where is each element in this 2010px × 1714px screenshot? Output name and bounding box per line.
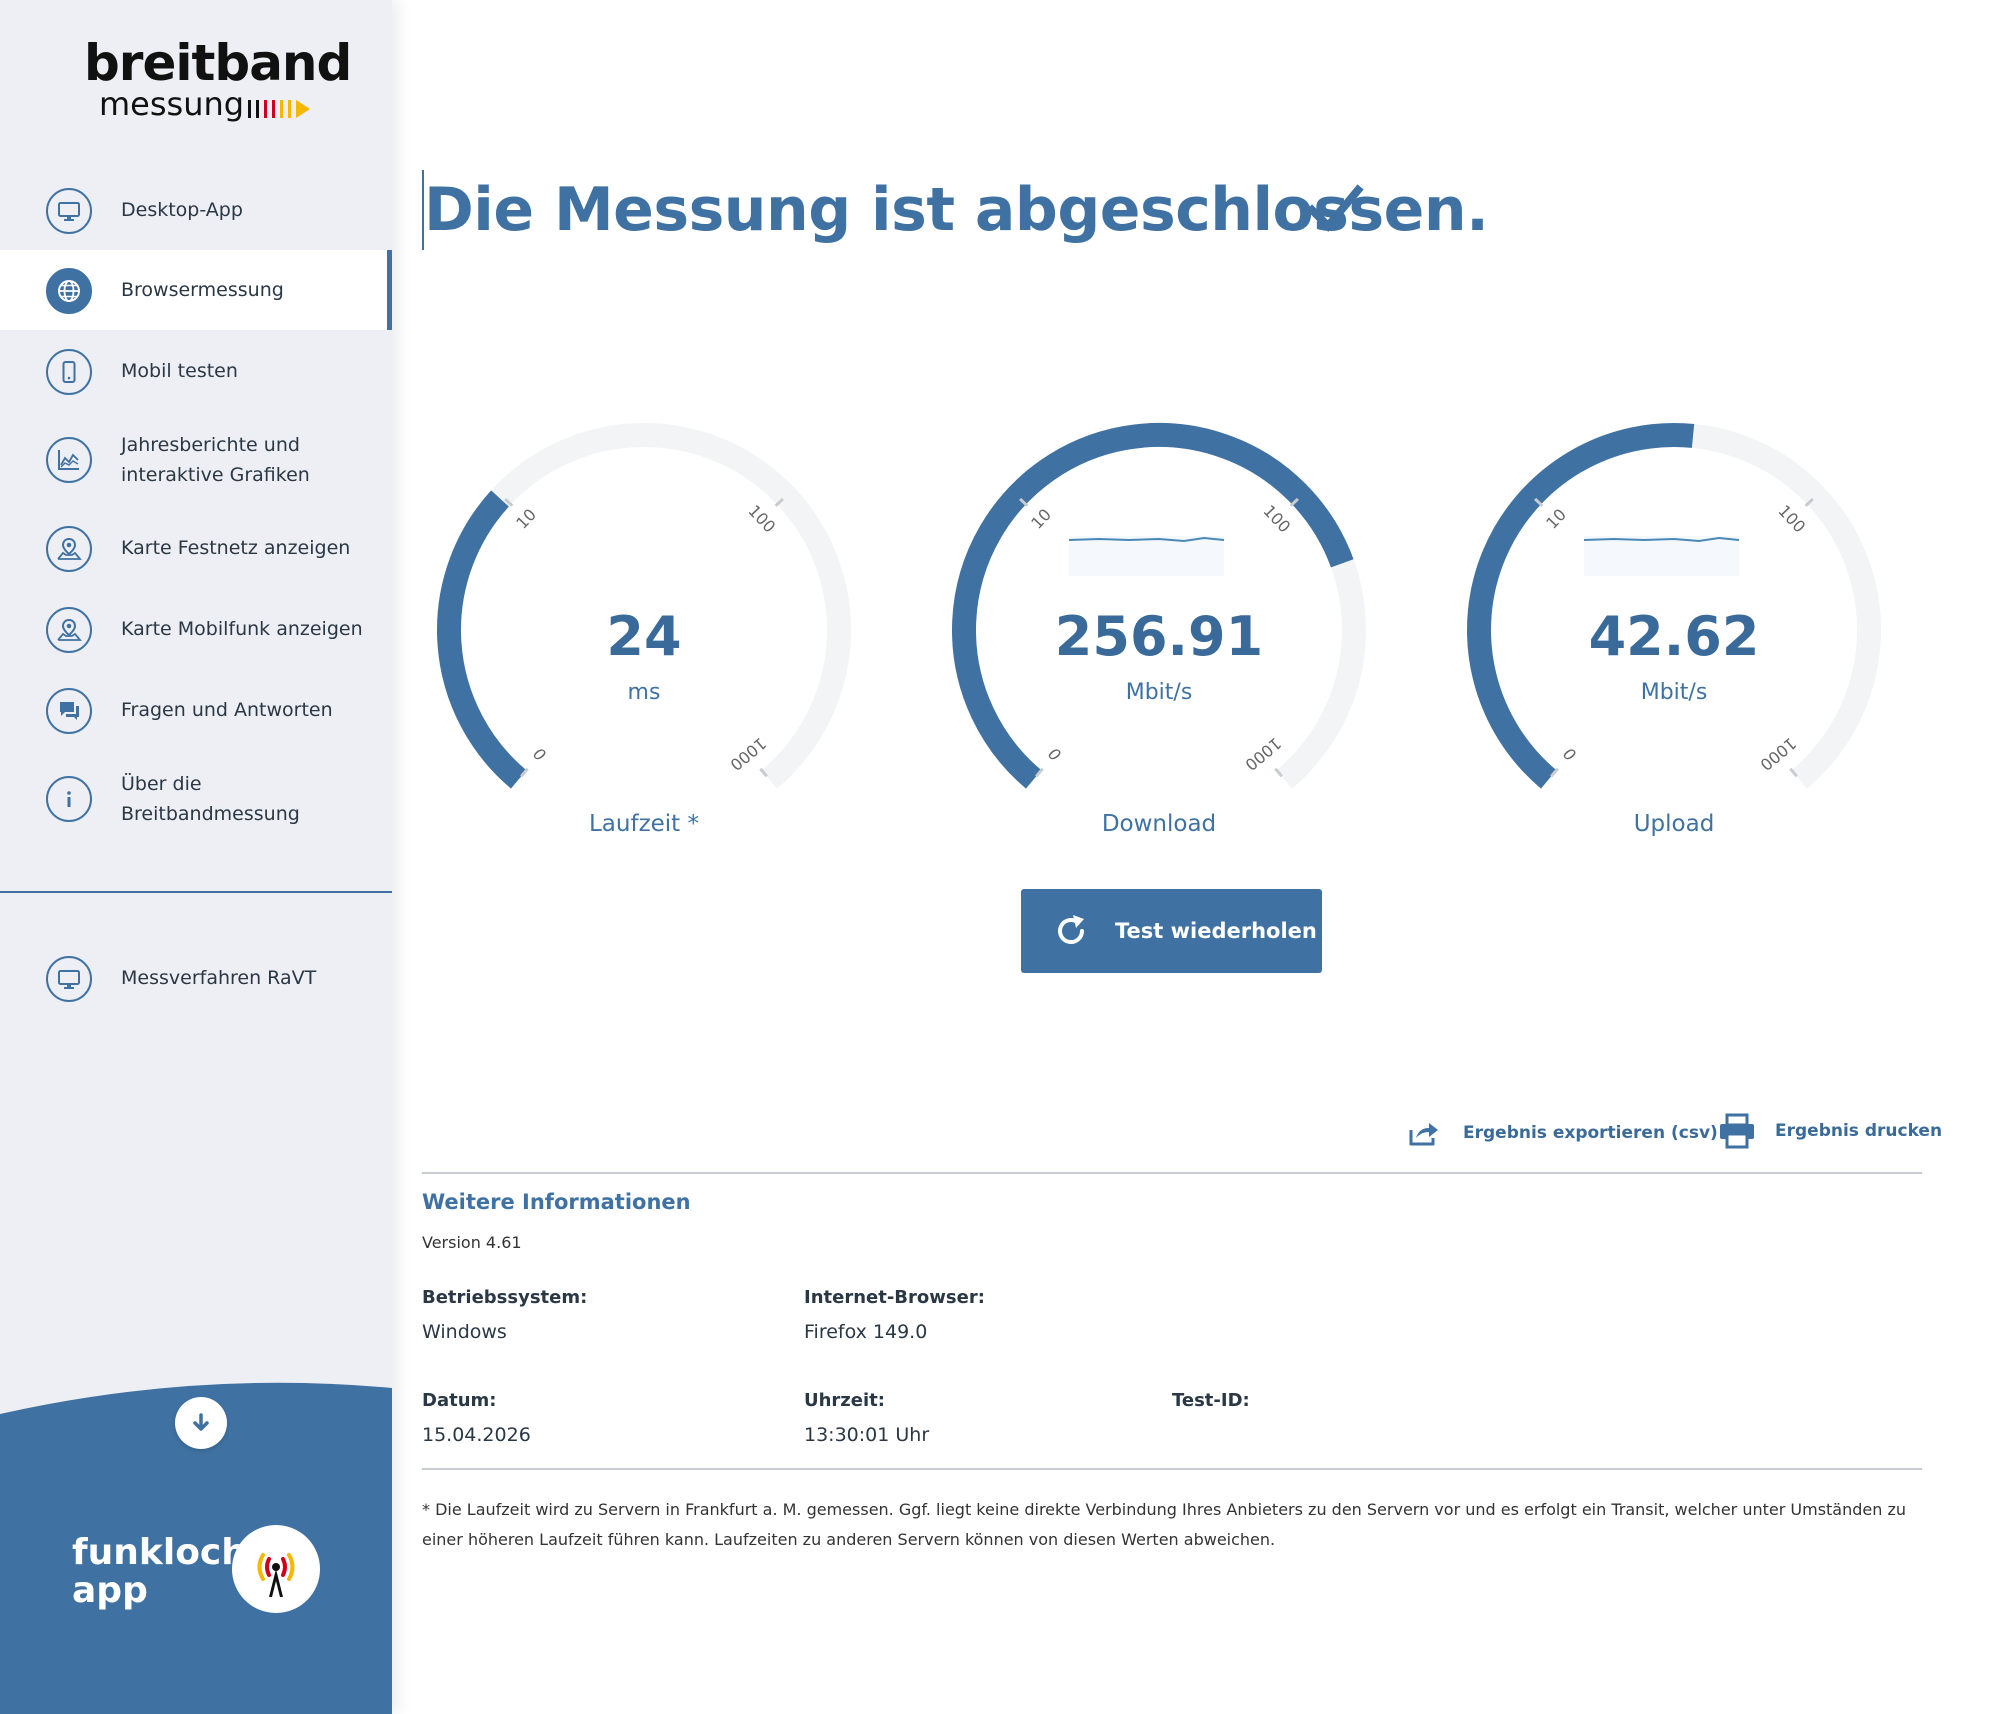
print-button[interactable]: Ergebnis drucken <box>1717 1106 1942 1156</box>
gauge-tick-label: 1000 <box>726 734 769 775</box>
footnote: * Die Laufzeit wird zu Servern in Frankf… <box>422 1500 1907 1549</box>
gauge-value: 42.62 <box>1588 605 1760 668</box>
gauge-label: Download <box>1101 811 1217 837</box>
smartphone-icon <box>46 349 92 395</box>
info-icon <box>46 776 92 822</box>
gauge-tick-label: 10 <box>1542 505 1570 533</box>
chat-icon <box>46 688 92 734</box>
browser-label: Internet-Browser: <box>804 1287 985 1308</box>
gauge-tick-label: 100 <box>744 501 779 536</box>
sidebar-item-karte-mobilfunk[interactable]: Karte Mobilfunk anzeigen <box>0 589 392 669</box>
sidebar-item-karte-festnetz[interactable]: Karte Festnetz anzeigen <box>0 508 392 588</box>
checkmark-icon <box>1306 184 1364 232</box>
gauge-tick-label: 1000 <box>1241 734 1284 775</box>
sidebar-item-label: Jahresberichte und interaktive Grafiken <box>121 434 310 486</box>
gauge-tick-label: 0 <box>530 744 550 765</box>
gauge-tick-label: 0 <box>1045 744 1065 765</box>
divider <box>422 1468 1922 1470</box>
gauge-value: 24 <box>606 605 682 668</box>
sidebar-item-label: Über die Breitbandmessung <box>121 773 300 825</box>
version-text: Version 4.61 <box>422 1233 522 1252</box>
map-pin-icon <box>46 607 92 653</box>
export-icon <box>1409 1123 1438 1146</box>
gauge-unit: Mbit/s <box>1640 680 1708 705</box>
funkloch-logo[interactable] <box>232 1525 320 1613</box>
retest-label: Test wiederholen <box>1115 919 1317 943</box>
sidebar-item-label: Karte Mobilfunk anzeigen <box>121 618 363 640</box>
date-label: Datum: <box>422 1390 497 1411</box>
os-value: Windows <box>422 1321 507 1343</box>
export-csv-button[interactable]: Ergebnis exportieren (csv) <box>1407 1108 1718 1158</box>
logo-bars-icon <box>248 100 310 118</box>
gauge-value: 256.91 <box>1054 605 1264 668</box>
refresh-icon <box>1058 915 1084 944</box>
monitor-icon <box>46 188 92 234</box>
gauge-upload: 0 10 100 1000 42.62 Mbit/s Upload <box>1444 405 1904 855</box>
sidebar-item-label: Messverfahren RaVT <box>121 967 317 989</box>
sidebar-item-label: Desktop-App <box>121 199 243 221</box>
info-title: Weitere Informationen <box>422 1190 691 1214</box>
sidebar-divider <box>0 891 392 893</box>
sparkline-area <box>1069 536 1224 576</box>
browser-value: Firefox 149.0 <box>804 1321 928 1343</box>
gauge-label: Laufzeit * <box>588 811 700 837</box>
gauge-unit: Mbit/s <box>1125 680 1193 705</box>
monitor-icon <box>46 956 92 1002</box>
main-content: Die Messung ist abgeschlossen. 0 10 100 100… <box>392 0 2010 1714</box>
time-label: Uhrzeit: <box>804 1390 885 1411</box>
gauge-tick-label: 0 <box>1560 744 1580 765</box>
retest-button[interactable]: Test wiederholen <box>1021 889 1322 973</box>
map-pin-icon <box>46 526 92 572</box>
gauge-laufzeit: 0 10 100 1000 24 ms Laufzeit * <box>414 405 874 855</box>
sidebar-item-desktop-app[interactable]: Desktop-App <box>0 170 392 250</box>
sidebar-item-messverfahren-ravt[interactable]: Messverfahren RaVT <box>0 938 392 1018</box>
gauge-download: 0 10 100 1000 256.91 Mbit/s Download <box>929 405 1389 855</box>
gauge-tick-label: 100 <box>1774 501 1809 536</box>
sidebar-item-mobil-testen[interactable]: Mobil testen <box>0 331 392 411</box>
gauge-tick-label: 1000 <box>1756 734 1799 775</box>
scroll-down-button[interactable] <box>175 1397 227 1449</box>
antenna-icon <box>257 1553 295 1597</box>
sidebar-item-label: Karte Festnetz anzeigen <box>121 537 351 559</box>
gauge-tick-label: 100 <box>1259 501 1294 536</box>
testid-label: Test-ID: <box>1172 1390 1250 1411</box>
sidebar-item-label: Browsermessung <box>121 279 284 301</box>
gauge-label: Upload <box>1633 811 1715 837</box>
globe-icon <box>46 268 92 314</box>
gauge-unit: ms <box>627 680 661 705</box>
sidebar-item-browsermessung[interactable]: Browsermessung <box>0 250 392 330</box>
sidebar-item-ueber[interactable]: Über die Breitbandmessung <box>0 758 392 840</box>
sidebar-item-label: Fragen und Antworten <box>121 699 333 721</box>
sidebar-item-fragen[interactable]: Fragen und Antworten <box>0 670 392 750</box>
sidebar: breitband messung Desktop-App Browsermes… <box>0 0 392 1714</box>
divider <box>422 1172 1922 1174</box>
time-value: 13:30:01 Uhr <box>804 1424 930 1446</box>
arrow-down-icon <box>193 1413 209 1431</box>
logo-line1: breitband <box>84 34 352 92</box>
export-label: Ergebnis exportieren (csv) <box>1463 1123 1718 1143</box>
chart-icon <box>46 437 92 483</box>
gauge-tick-label: 10 <box>1027 505 1055 533</box>
breitbandmessung-logo[interactable]: breitband messung <box>84 38 352 128</box>
gauge-tick-label: 10 <box>512 505 540 533</box>
sparkline-area <box>1584 536 1739 576</box>
os-label: Betriebssystem: <box>422 1287 588 1308</box>
date-value: 15.04.2026 <box>422 1424 531 1446</box>
printer-icon <box>1720 1113 1754 1149</box>
logo-line2: messung <box>99 85 245 123</box>
sidebar-item-jahresberichte[interactable]: Jahresberichte und interaktive Grafiken <box>0 419 392 501</box>
sidebar-item-label: Mobil testen <box>121 360 238 382</box>
print-label: Ergebnis drucken <box>1775 1121 1943 1141</box>
